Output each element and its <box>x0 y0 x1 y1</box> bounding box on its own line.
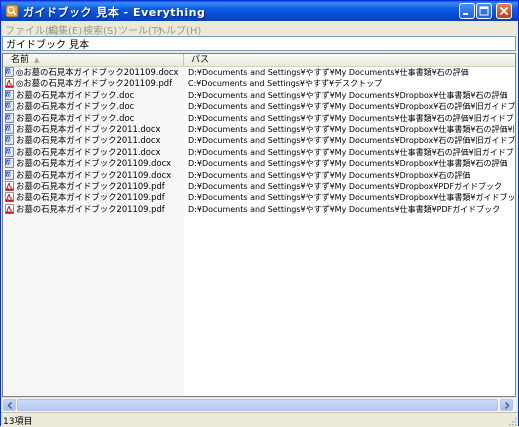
horizontal-scrollbar[interactable] <box>2 397 516 412</box>
chevron-right-icon <box>504 402 510 409</box>
file-name: お墓の石見本ガイドブック.doc <box>16 89 135 100</box>
word-doc-icon: W <box>5 158 14 169</box>
file-path: D:¥Documents and Settings¥やすず¥My Documen… <box>188 159 508 169</box>
scroll-thumb[interactable] <box>17 399 498 411</box>
column-header-name[interactable]: 名前 ▲ <box>3 54 184 66</box>
table-row[interactable]: W お墓の石見本ガイドブック201109.docx D:¥Documents and… <box>3 158 515 169</box>
file-path: D:¥Documents and Settings¥やすず¥My Documen… <box>188 181 502 191</box>
table-row[interactable]: W お墓の石見本ガイドブック2011.docx D:¥Documents and S… <box>3 135 515 146</box>
word-doc-icon: W <box>5 124 14 134</box>
svg-text:W: W <box>6 114 11 120</box>
svg-text:W: W <box>6 126 11 132</box>
table-row[interactable]: W お墓の石見本ガイドブック2011.docx D:¥Documents and S… <box>3 124 515 135</box>
maximize-icon <box>479 6 489 16</box>
table-row[interactable]: お墓の石見本ガイドブック201109.pdf D:¥Documents and S… <box>3 204 515 215</box>
table-row[interactable]: W お墓の石見本ガイドブック2011.docx D:¥Documents and S… <box>3 147 515 158</box>
table-row[interactable]: W お墓の石見本ガイドブック.doc D:¥Documents and Settin… <box>3 113 515 124</box>
table-row[interactable]: W お墓の石見本ガイドブック201109.docx D:¥Documents and… <box>3 170 515 181</box>
column-header-path-label: パス <box>191 55 210 65</box>
pdf-icon <box>5 181 14 191</box>
file-path: D:¥Documents and Settings¥やすず¥My Documen… <box>188 136 516 146</box>
file-path: D:¥Documents and Settings¥やすず¥My Documen… <box>188 102 516 112</box>
table-row[interactable]: お墓の石見本ガイドブック201109.pdf D:¥Documents and S… <box>3 192 515 203</box>
resize-grip-icon[interactable] <box>507 416 517 426</box>
file-path: D:¥Documents and Settings¥やすず¥My Documen… <box>188 193 516 203</box>
file-path: D:¥Documents and Settings¥やすず¥My Documen… <box>188 147 516 157</box>
svg-text:W: W <box>6 69 11 75</box>
search-box[interactable] <box>2 36 516 51</box>
file-name: お墓の石見本ガイドブック201109.docx <box>16 158 172 169</box>
sort-ascending-icon: ▲ <box>34 56 40 64</box>
file-path: D:¥Documents and Settings¥やすず¥My Documen… <box>188 124 515 134</box>
file-path: D:¥Documents and Settings¥やすず¥My Documen… <box>188 170 471 180</box>
scroll-left-button[interactable] <box>3 399 16 411</box>
svg-text:W: W <box>6 149 11 155</box>
search-app-icon <box>5 4 19 18</box>
search-input[interactable] <box>4 37 516 50</box>
menu-bar: ファイル(F) 編集(E) 検索(S) ツール(T) ヘルプ(H) <box>1 21 518 37</box>
file-name: お墓の石見本ガイドブック201109.pdf <box>16 180 165 191</box>
word-doc-icon: W <box>5 135 14 146</box>
file-name: お墓の石見本ガイドブック2011.docx <box>16 135 161 146</box>
file-name: ◎お墓の石見本ガイドブック201109.pdf <box>16 78 173 89</box>
table-row[interactable]: ◎お墓の石見本ガイドブック201109.pdf C:¥Documents and … <box>3 78 515 89</box>
file-name: お墓の石見本ガイドブック201109.pdf <box>16 203 165 214</box>
file-name: お墓の石見本ガイドブック.doc <box>16 112 135 123</box>
everything-window: ガイドブック 見本 - Everything ファイル(F) 編集(E) 検索(… <box>0 0 519 427</box>
maximize-button[interactable] <box>476 3 492 19</box>
file-name: お墓の石見本ガイドブック2011.docx <box>16 123 161 134</box>
svg-text:W: W <box>6 103 11 109</box>
chevron-left-icon <box>7 402 13 409</box>
file-name: お墓の石見本ガイドブック2011.docx <box>16 146 161 157</box>
column-header-path[interactable]: パス <box>184 54 515 66</box>
menu-search[interactable]: 検索(S) <box>83 22 117 37</box>
word-doc-icon: W <box>5 67 14 77</box>
table-row[interactable]: W お墓の石見本ガイドブック.doc D:¥Documents and Settin… <box>3 90 515 101</box>
status-item-count: 13項目 <box>3 417 33 427</box>
table-row[interactable]: W お墓の石見本ガイドブック.doc D:¥Documents and Settin… <box>3 101 515 112</box>
file-path: D:¥Documents and Settings¥やすず¥My Documen… <box>188 204 501 214</box>
minimize-button[interactable] <box>459 3 475 19</box>
scroll-right-button[interactable] <box>500 399 513 411</box>
pdf-icon <box>5 78 14 89</box>
window-title: ガイドブック 見本 - Everything <box>23 6 206 19</box>
table-row[interactable]: W ◎お墓の石見本ガイドブック201109.docx D:¥Documents an… <box>3 67 515 78</box>
file-name: お墓の石見本ガイドブック201109.pdf <box>16 192 165 203</box>
close-button[interactable] <box>496 3 512 19</box>
table-row[interactable]: お墓の石見本ガイドブック201109.pdf D:¥Documents and S… <box>3 181 515 192</box>
menu-help[interactable]: ヘルプ(H) <box>156 22 201 37</box>
menu-edit[interactable]: 編集(E) <box>48 22 82 37</box>
svg-text:W: W <box>6 171 11 177</box>
file-name: ◎お墓の石見本ガイドブック201109.docx <box>16 67 179 77</box>
file-path: D:¥Documents and Settings¥やすず¥My Documen… <box>188 113 516 123</box>
word-doc-icon: W <box>5 146 14 157</box>
file-path: C:¥Documents and Settings¥やすず¥デスクトップ <box>188 79 383 89</box>
pdf-icon <box>5 192 14 203</box>
svg-text:W: W <box>6 92 11 98</box>
word-doc-icon: W <box>5 169 14 180</box>
file-name: お墓の石見本ガイドブック.doc <box>16 101 135 112</box>
results-list[interactable]: 名前 ▲ パス W ◎お墓の石見本ガイドブック201109.docx D:¥Docum… <box>2 53 516 397</box>
pdf-icon <box>5 203 14 214</box>
svg-text:W: W <box>6 137 11 143</box>
file-path: D:¥Documents and Settings¥やすず¥My Documen… <box>188 68 469 77</box>
close-icon <box>499 6 509 16</box>
column-header-name-label: 名前 <box>11 55 30 65</box>
word-doc-icon: W <box>5 112 14 123</box>
status-bar: 13項目 <box>1 412 518 427</box>
rows-container: W ◎お墓の石見本ガイドブック201109.docx D:¥Documents an… <box>3 67 515 215</box>
svg-text:W: W <box>6 160 11 166</box>
word-doc-icon: W <box>5 101 14 112</box>
word-doc-icon: W <box>5 89 14 100</box>
file-path: D:¥Documents and Settings¥やすず¥My Documen… <box>188 90 508 100</box>
column-header: 名前 ▲ パス <box>3 54 515 67</box>
title-bar[interactable]: ガイドブック 見本 - Everything <box>1 1 518 21</box>
minimize-icon <box>463 13 468 15</box>
file-name: お墓の石見本ガイドブック201109.docx <box>16 169 172 180</box>
